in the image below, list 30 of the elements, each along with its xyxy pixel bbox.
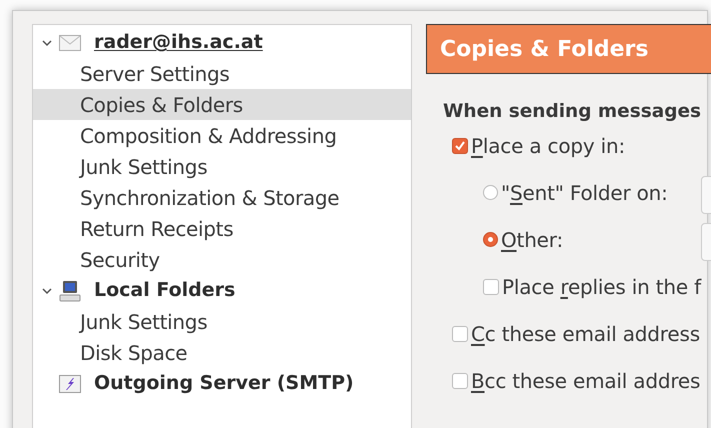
tree-item[interactable]: Return Receipts [33,213,411,244]
chevron-down-icon[interactable] [42,38,52,48]
option-label[interactable]: Place a copy in: [471,130,626,160]
tree-item[interactable]: Security [33,244,411,275]
option-label[interactable]: Other: [501,224,563,254]
option-label[interactable]: Bcc these email addres [471,366,700,396]
tree-item[interactable]: Synchronization & Storage [33,182,411,213]
option-label[interactable]: "Sent" Folder on: [501,178,668,208]
radio-button[interactable] [483,185,498,200]
page-title: Copies & Folders [440,36,648,64]
computer-icon [59,280,81,302]
account-name[interactable]: rader@ihs.ac.at [94,28,263,57]
account-name[interactable]: Outgoing Server (SMTP) [94,369,354,398]
chevron-down-icon[interactable] [42,286,52,296]
option-label[interactable]: Cc these email address [471,318,700,348]
account-name[interactable]: Local Folders [94,276,236,305]
tree-item[interactable]: Junk Settings [33,151,411,182]
option-label[interactable]: Place replies in the f [502,272,701,302]
tree-item[interactable]: Junk Settings [33,306,411,337]
radio-button[interactable] [483,232,498,247]
envelope-icon [59,34,81,50]
tree-item[interactable]: Server Settings [33,58,411,89]
tree-item[interactable]: Composition & Addressing [33,120,411,151]
checkbox[interactable] [452,138,468,154]
checkbox[interactable] [483,278,499,294]
tree-item[interactable]: Disk Space [33,337,411,368]
checkbox[interactable] [452,326,468,342]
section-heading: When sending messages [443,100,702,124]
checkbox[interactable] [452,372,468,388]
tree-item[interactable]: Copies & Folders [33,89,411,120]
